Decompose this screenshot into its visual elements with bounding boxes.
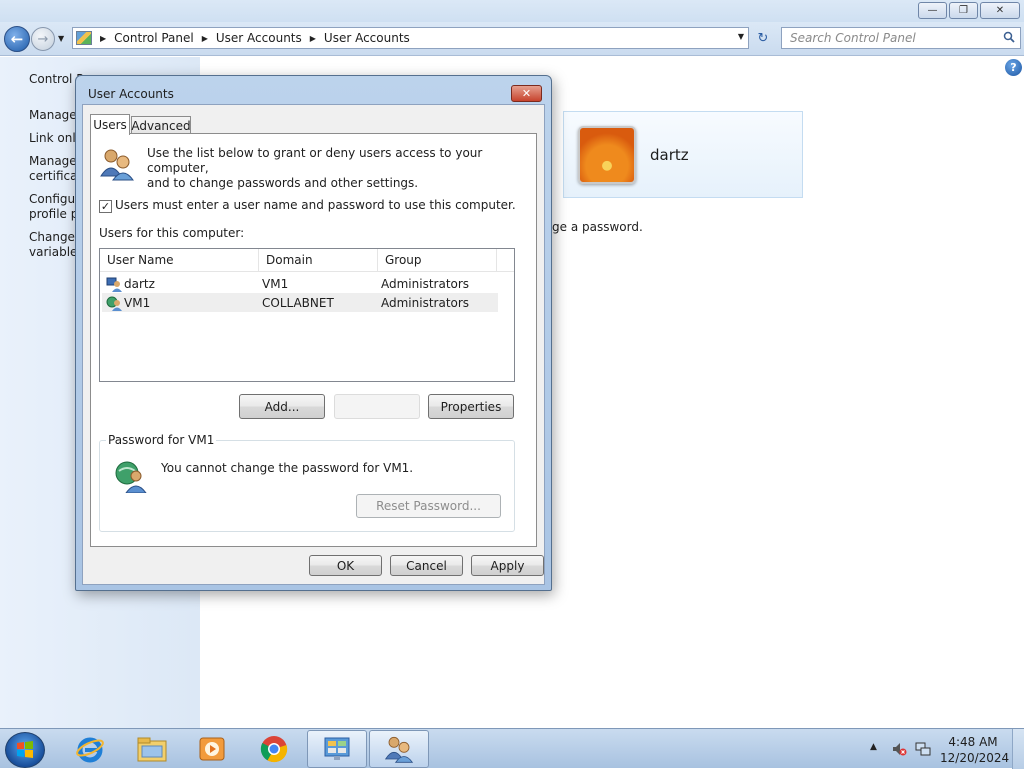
- user-account-tile[interactable]: dartz: [563, 111, 803, 198]
- taskbar-file-explorer[interactable]: [122, 730, 182, 768]
- taskbar-control-panel[interactable]: [307, 730, 367, 768]
- require-login-checkbox[interactable]: ✓: [99, 200, 112, 213]
- require-login-label[interactable]: Users must enter a user name and passwor…: [115, 198, 516, 212]
- properties-button[interactable]: Properties: [428, 394, 514, 419]
- breadcrumb-user-accounts[interactable]: User Accounts: [324, 31, 410, 45]
- group-cell: Administrators: [381, 276, 470, 291]
- control-panel-icon: [76, 31, 92, 45]
- windows-logo-icon: [17, 741, 33, 758]
- volume-muted-icon[interactable]: [891, 741, 907, 757]
- column-group[interactable]: Group: [378, 249, 497, 272]
- chrome-icon: [260, 736, 288, 763]
- column-domain[interactable]: Domain: [259, 249, 378, 272]
- domain-cell: COLLABNET: [262, 295, 334, 310]
- breadcrumb-separator-icon[interactable]: ▶: [202, 34, 208, 43]
- search-placeholder: Search Control Panel: [790, 31, 916, 45]
- start-button[interactable]: [5, 732, 45, 768]
- address-toolbar: ← → ▼ ▶ Control Panel ▶ User Accounts ▶ …: [0, 22, 1024, 56]
- restore-icon[interactable]: ❐: [949, 2, 978, 19]
- remove-button-hidden: [334, 394, 420, 419]
- users-list[interactable]: User Name Domain Group dartz VM1 Adminis…: [99, 248, 515, 382]
- tab-users[interactable]: Users: [90, 114, 130, 135]
- breadcrumb-user-accounts-category[interactable]: User Accounts: [216, 31, 302, 45]
- taskbar-internet-explorer[interactable]: [60, 730, 120, 768]
- breadcrumb-separator-icon[interactable]: ▶: [100, 34, 106, 43]
- apply-button[interactable]: Apply: [471, 555, 544, 576]
- local-user-icon: [106, 277, 122, 292]
- domain-user-icon: [106, 296, 122, 311]
- search-input[interactable]: Search Control Panel: [781, 27, 1021, 49]
- domain-user-large-icon: [115, 461, 147, 493]
- file-explorer-icon: [137, 737, 167, 762]
- user-name-cell: dartz: [124, 276, 155, 291]
- show-hidden-icons-arrow-icon[interactable]: ▲: [870, 742, 877, 752]
- add-user-button[interactable]: Add...: [239, 394, 325, 419]
- address-dropdown-icon[interactable]: ▼: [738, 32, 744, 41]
- sidebar-item-manage-credentials[interactable]: Manage: [29, 108, 77, 123]
- users-icon: [100, 149, 134, 181]
- table-row[interactable]: dartz VM1 Administrators: [102, 274, 498, 293]
- sidebar-item-label: Configu: [29, 192, 76, 206]
- search-icon[interactable]: [1003, 31, 1015, 43]
- user-accounts-dialog: User Accounts ✕ Users Advanced Use the l…: [75, 75, 552, 591]
- cancel-button[interactable]: Cancel: [390, 555, 463, 576]
- user-picture[interactable]: [578, 126, 636, 184]
- media-player-icon: [199, 737, 225, 761]
- sidebar-item-label: Manage: [29, 108, 77, 122]
- dialog-client-area: Users Advanced Use the list below to gra…: [82, 104, 545, 585]
- refresh-icon[interactable]: ↻: [752, 27, 774, 49]
- domain-cell: VM1: [262, 276, 289, 291]
- internet-explorer-icon: [76, 737, 104, 763]
- system-clock[interactable]: 4:48 AM 12/20/2024: [940, 734, 1010, 766]
- intro-text: Use the list below to grant or deny user…: [147, 146, 536, 191]
- taskbar-user-accounts[interactable]: [369, 730, 429, 768]
- minimize-icon[interactable]: —: [918, 2, 947, 19]
- dialog-close-icon[interactable]: ✕: [511, 85, 542, 102]
- user-tile-name: dartz: [650, 146, 689, 164]
- group-cell: Administrators: [381, 295, 470, 310]
- taskbar-media-player[interactable]: [182, 730, 242, 768]
- caption-buttons: — ❐ ✕: [918, 2, 1020, 19]
- users-tab-panel: Use the list below to grant or deny user…: [90, 133, 537, 547]
- breadcrumb-separator-icon[interactable]: ▶: [310, 34, 316, 43]
- table-row-selected[interactable]: VM1 COLLABNET Administrators: [102, 293, 498, 312]
- sidebar-item-link-online-ids[interactable]: Link onli: [29, 131, 79, 146]
- address-bar[interactable]: ▶ Control Panel ▶ User Accounts ▶ User A…: [72, 27, 749, 49]
- dialog-title: User Accounts: [88, 87, 174, 101]
- window-titlebar: — ❐ ✕: [0, 0, 1024, 22]
- ok-button[interactable]: OK: [309, 555, 382, 576]
- taskbar-chrome[interactable]: [244, 730, 304, 768]
- change-password-link-partial[interactable]: ge a password.: [552, 220, 643, 234]
- sidebar-item-label: Manage: [29, 154, 77, 168]
- help-icon[interactable]: ?: [1005, 59, 1022, 76]
- sidebar-item-label: Link onli: [29, 131, 80, 145]
- reset-password-button[interactable]: Reset Password...: [356, 494, 501, 518]
- intro-line-1: Use the list below to grant or deny user…: [147, 146, 483, 175]
- password-message: You cannot change the password for VM1.: [161, 461, 414, 475]
- clock-time: 4:48 AM: [948, 735, 998, 749]
- sidebar-item-label: Change: [29, 230, 75, 244]
- user-name-cell: VM1: [124, 295, 151, 310]
- breadcrumb-control-panel[interactable]: Control Panel: [114, 31, 194, 45]
- column-user-name[interactable]: User Name: [100, 249, 259, 272]
- users-list-label: Users for this computer:: [99, 226, 245, 240]
- recent-pages-dropdown-icon[interactable]: ▼: [58, 34, 64, 43]
- network-icon[interactable]: [915, 741, 931, 757]
- intro-line-2: and to change passwords and other settin…: [147, 176, 419, 190]
- show-desktop-button[interactable]: [1012, 729, 1024, 769]
- password-groupbox: Password for VM1 You cannot change the p…: [99, 433, 515, 532]
- control-panel-icon: [324, 737, 350, 760]
- close-icon[interactable]: ✕: [980, 2, 1020, 19]
- back-arrow-icon[interactable]: ←: [4, 26, 30, 52]
- user-accounts-icon: [384, 736, 414, 763]
- users-list-header: User Name Domain Group: [100, 249, 514, 272]
- clock-date: 12/20/2024: [940, 751, 1010, 765]
- taskbar: ▲ 4:48 AM 12/20/2024: [0, 728, 1024, 769]
- password-group-title: Password for VM1: [106, 433, 217, 447]
- forward-arrow-icon[interactable]: →: [31, 27, 55, 51]
